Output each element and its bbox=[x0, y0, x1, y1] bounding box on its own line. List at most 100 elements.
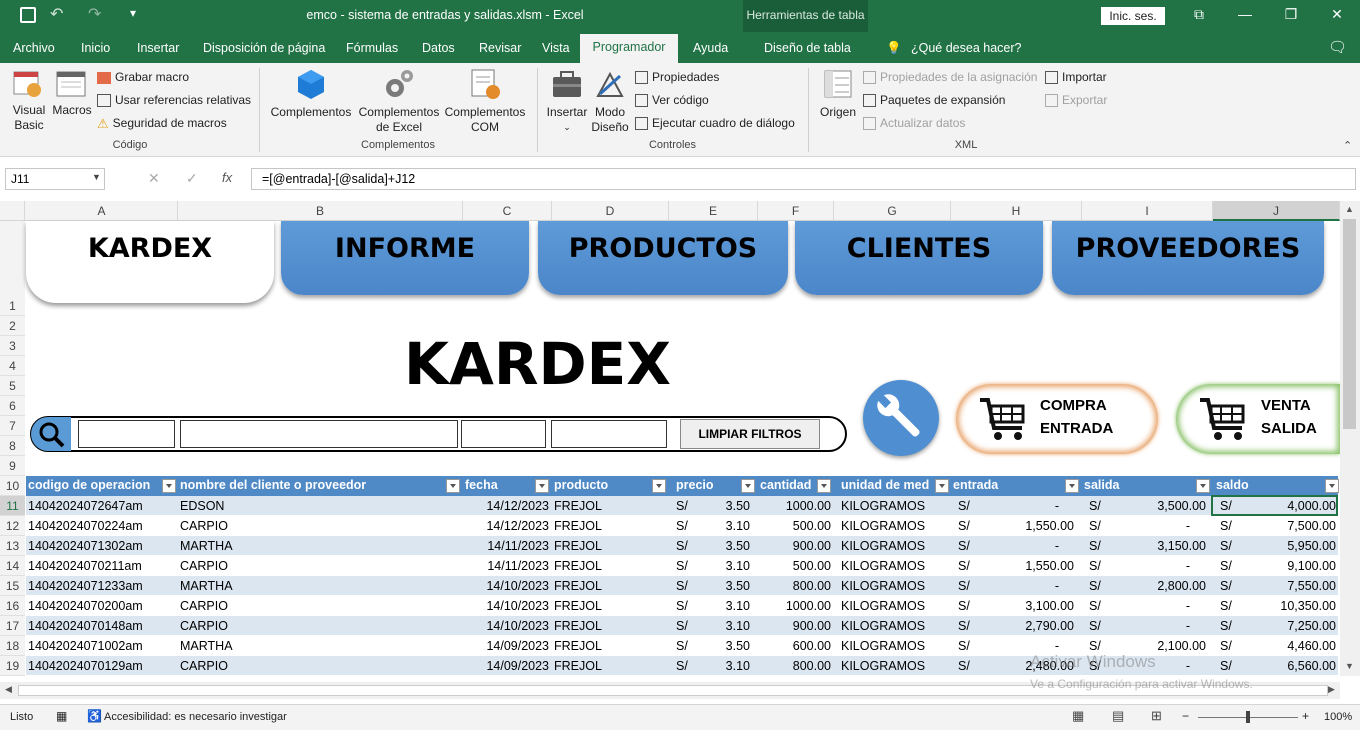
filter-codigo-input[interactable] bbox=[78, 420, 175, 448]
col-header-g[interactable]: G bbox=[834, 201, 951, 221]
cell-unidad[interactable]: KILOGRAMOS bbox=[841, 619, 925, 633]
filter-dropdown-icon[interactable] bbox=[1196, 479, 1210, 493]
scroll-right-icon[interactable]: ▶ bbox=[1328, 684, 1335, 695]
cell-precio[interactable]: 3.50 bbox=[706, 539, 750, 553]
cell-codigo[interactable]: 14042024070200am bbox=[28, 599, 143, 613]
table-row[interactable]: 14042024071302am MARTHA 14/11/2023 FREJO… bbox=[26, 536, 1338, 556]
cell-unidad[interactable]: KILOGRAMOS bbox=[841, 539, 925, 553]
cell-entrada[interactable]: 3,100.00 bbox=[986, 599, 1074, 613]
sort-descending-icon[interactable] bbox=[535, 479, 549, 493]
visual-basic-button[interactable]: Visual Basic bbox=[8, 68, 50, 133]
cell-saldo[interactable]: 9,100.00 bbox=[1246, 559, 1336, 573]
filter-dropdown-icon[interactable] bbox=[1325, 479, 1339, 493]
row-header[interactable]: 1 bbox=[0, 221, 25, 316]
cell-producto[interactable]: FREJOL bbox=[554, 499, 602, 513]
grabar-macro-button[interactable]: Grabar macro bbox=[97, 70, 189, 84]
table-row[interactable]: 14042024070148am CARPIO 14/10/2023 FREJO… bbox=[26, 616, 1338, 636]
cell-cantidad[interactable]: 800.00 bbox=[760, 659, 831, 673]
prop-asignacion-button[interactable]: Propiedades de la asignación bbox=[863, 70, 1037, 85]
row-header[interactable]: 10 bbox=[0, 476, 25, 496]
cell-fecha[interactable]: 14/11/2023 bbox=[466, 559, 549, 573]
tab-disposicion[interactable]: Disposición de página bbox=[203, 41, 325, 55]
filter-dropdown-icon[interactable] bbox=[817, 479, 831, 493]
complementos-button[interactable]: Complementos bbox=[268, 68, 354, 120]
cell-nombre[interactable]: MARTHA bbox=[180, 639, 233, 653]
cell-salida[interactable]: 2,800.00 bbox=[1116, 579, 1206, 593]
cell-salida[interactable]: - bbox=[1116, 559, 1190, 573]
cell-entrada[interactable]: 2,790.00 bbox=[986, 619, 1074, 633]
cell-cantidad[interactable]: 1000.00 bbox=[760, 499, 831, 513]
zoom-out-icon[interactable]: − bbox=[1182, 709, 1189, 723]
cell-unidad[interactable]: KILOGRAMOS bbox=[841, 639, 925, 653]
tab-programador[interactable]: Programador bbox=[580, 34, 678, 63]
cell-entrada[interactable]: - bbox=[986, 539, 1059, 553]
row-header[interactable]: 9 bbox=[0, 456, 25, 476]
search-icon[interactable] bbox=[31, 417, 71, 451]
undo-icon[interactable]: ↶ bbox=[50, 4, 63, 24]
cell-salida[interactable]: 3,150.00 bbox=[1116, 539, 1206, 553]
accessibility-status[interactable]: Accesibilidad: es necesario investigar bbox=[104, 711, 287, 723]
function-icon[interactable]: fx bbox=[222, 170, 232, 185]
cell-codigo[interactable]: 14042024070148am bbox=[28, 619, 143, 633]
cell-producto[interactable]: FREJOL bbox=[554, 559, 602, 573]
cell-saldo[interactable]: 4,460.00 bbox=[1246, 639, 1336, 653]
tell-me-search[interactable]: ¿Qué desea hacer? bbox=[911, 41, 1022, 55]
cell-producto[interactable]: FREJOL bbox=[554, 619, 602, 633]
cell-entrada[interactable]: - bbox=[986, 639, 1059, 653]
cell-unidad[interactable]: KILOGRAMOS bbox=[841, 659, 925, 673]
table-row[interactable]: 14042024072647am EDSON 14/12/2023 FREJOL… bbox=[26, 496, 1338, 516]
ribbon-display-icon[interactable]: ⧉ bbox=[1189, 6, 1209, 23]
table-row[interactable]: 14042024070224am CARPIO 14/12/2023 FREJO… bbox=[26, 516, 1338, 536]
cell-precio[interactable]: 3.10 bbox=[706, 619, 750, 633]
referencias-relativas-button[interactable]: Usar referencias relativas bbox=[97, 93, 251, 108]
cell-unidad[interactable]: KILOGRAMOS bbox=[841, 599, 925, 613]
exportar-button[interactable]: Exportar bbox=[1045, 93, 1107, 108]
clear-filters-button[interactable]: LIMPIAR FILTROS bbox=[680, 419, 820, 449]
cell-nombre[interactable]: CARPIO bbox=[180, 519, 228, 533]
ver-codigo-button[interactable]: Ver código bbox=[635, 93, 709, 108]
row-header[interactable]: 7 bbox=[0, 416, 25, 436]
cell-codigo[interactable]: 14042024070129am bbox=[28, 659, 143, 673]
row-header[interactable]: 19 bbox=[0, 656, 25, 676]
cell-salida[interactable]: - bbox=[1116, 519, 1190, 533]
cell-nombre[interactable]: MARTHA bbox=[180, 539, 233, 553]
compra-entrada-button[interactable]: COMPRA ENTRADA bbox=[956, 384, 1158, 454]
cell-codigo[interactable]: 14042024071233am bbox=[28, 579, 143, 593]
cell-saldo[interactable]: 7,550.00 bbox=[1246, 579, 1336, 593]
cell-precio[interactable]: 3.10 bbox=[706, 659, 750, 673]
cell-fecha[interactable]: 14/11/2023 bbox=[466, 539, 549, 553]
row-header[interactable]: 15 bbox=[0, 576, 25, 596]
enter-icon[interactable]: ✓ bbox=[186, 170, 198, 187]
cell-cantidad[interactable]: 500.00 bbox=[760, 559, 831, 573]
page-layout-icon[interactable]: ▤ bbox=[1112, 708, 1124, 724]
seguridad-macros-button[interactable]: ⚠ Seguridad de macros bbox=[97, 116, 227, 132]
filter-dropdown-icon[interactable] bbox=[1065, 479, 1079, 493]
close-icon[interactable]: ✕ bbox=[1327, 6, 1347, 23]
col-header-j[interactable]: J bbox=[1213, 201, 1340, 221]
tab-inicio[interactable]: Inicio bbox=[81, 41, 110, 55]
cell-salida[interactable]: 2,100.00 bbox=[1116, 639, 1206, 653]
tab-ayuda[interactable]: Ayuda bbox=[693, 41, 728, 55]
cell-codigo[interactable]: 14042024071302am bbox=[28, 539, 143, 553]
cell-fecha[interactable]: 14/10/2023 bbox=[466, 619, 549, 633]
filter-dropdown-icon[interactable] bbox=[935, 479, 949, 493]
signin-button[interactable]: Inic. ses. bbox=[1101, 7, 1165, 25]
filter-dropdown-icon[interactable] bbox=[741, 479, 755, 493]
zoom-slider-thumb[interactable] bbox=[1246, 711, 1250, 723]
cell-nombre[interactable]: CARPIO bbox=[180, 599, 228, 613]
cell-precio[interactable]: 3.50 bbox=[706, 639, 750, 653]
row-header[interactable]: 5 bbox=[0, 376, 25, 396]
col-header-d[interactable]: D bbox=[552, 201, 669, 221]
cell-producto[interactable]: FREJOL bbox=[554, 659, 602, 673]
row-header[interactable]: 13 bbox=[0, 536, 25, 556]
cell-entrada[interactable]: - bbox=[986, 579, 1059, 593]
macro-record-icon[interactable]: ▦ bbox=[56, 709, 67, 723]
redo-icon[interactable]: ↷ bbox=[88, 4, 101, 24]
cell-nombre[interactable]: CARPIO bbox=[180, 619, 228, 633]
complementos-excel-button[interactable]: Complementos de Excel bbox=[355, 68, 443, 135]
cell-codigo[interactable]: 14042024072647am bbox=[28, 499, 143, 513]
cell-cantidad[interactable]: 900.00 bbox=[760, 539, 831, 553]
cell-unidad[interactable]: KILOGRAMOS bbox=[841, 519, 925, 533]
cell-fecha[interactable]: 14/12/2023 bbox=[466, 519, 549, 533]
cell-saldo[interactable]: 5,950.00 bbox=[1246, 539, 1336, 553]
